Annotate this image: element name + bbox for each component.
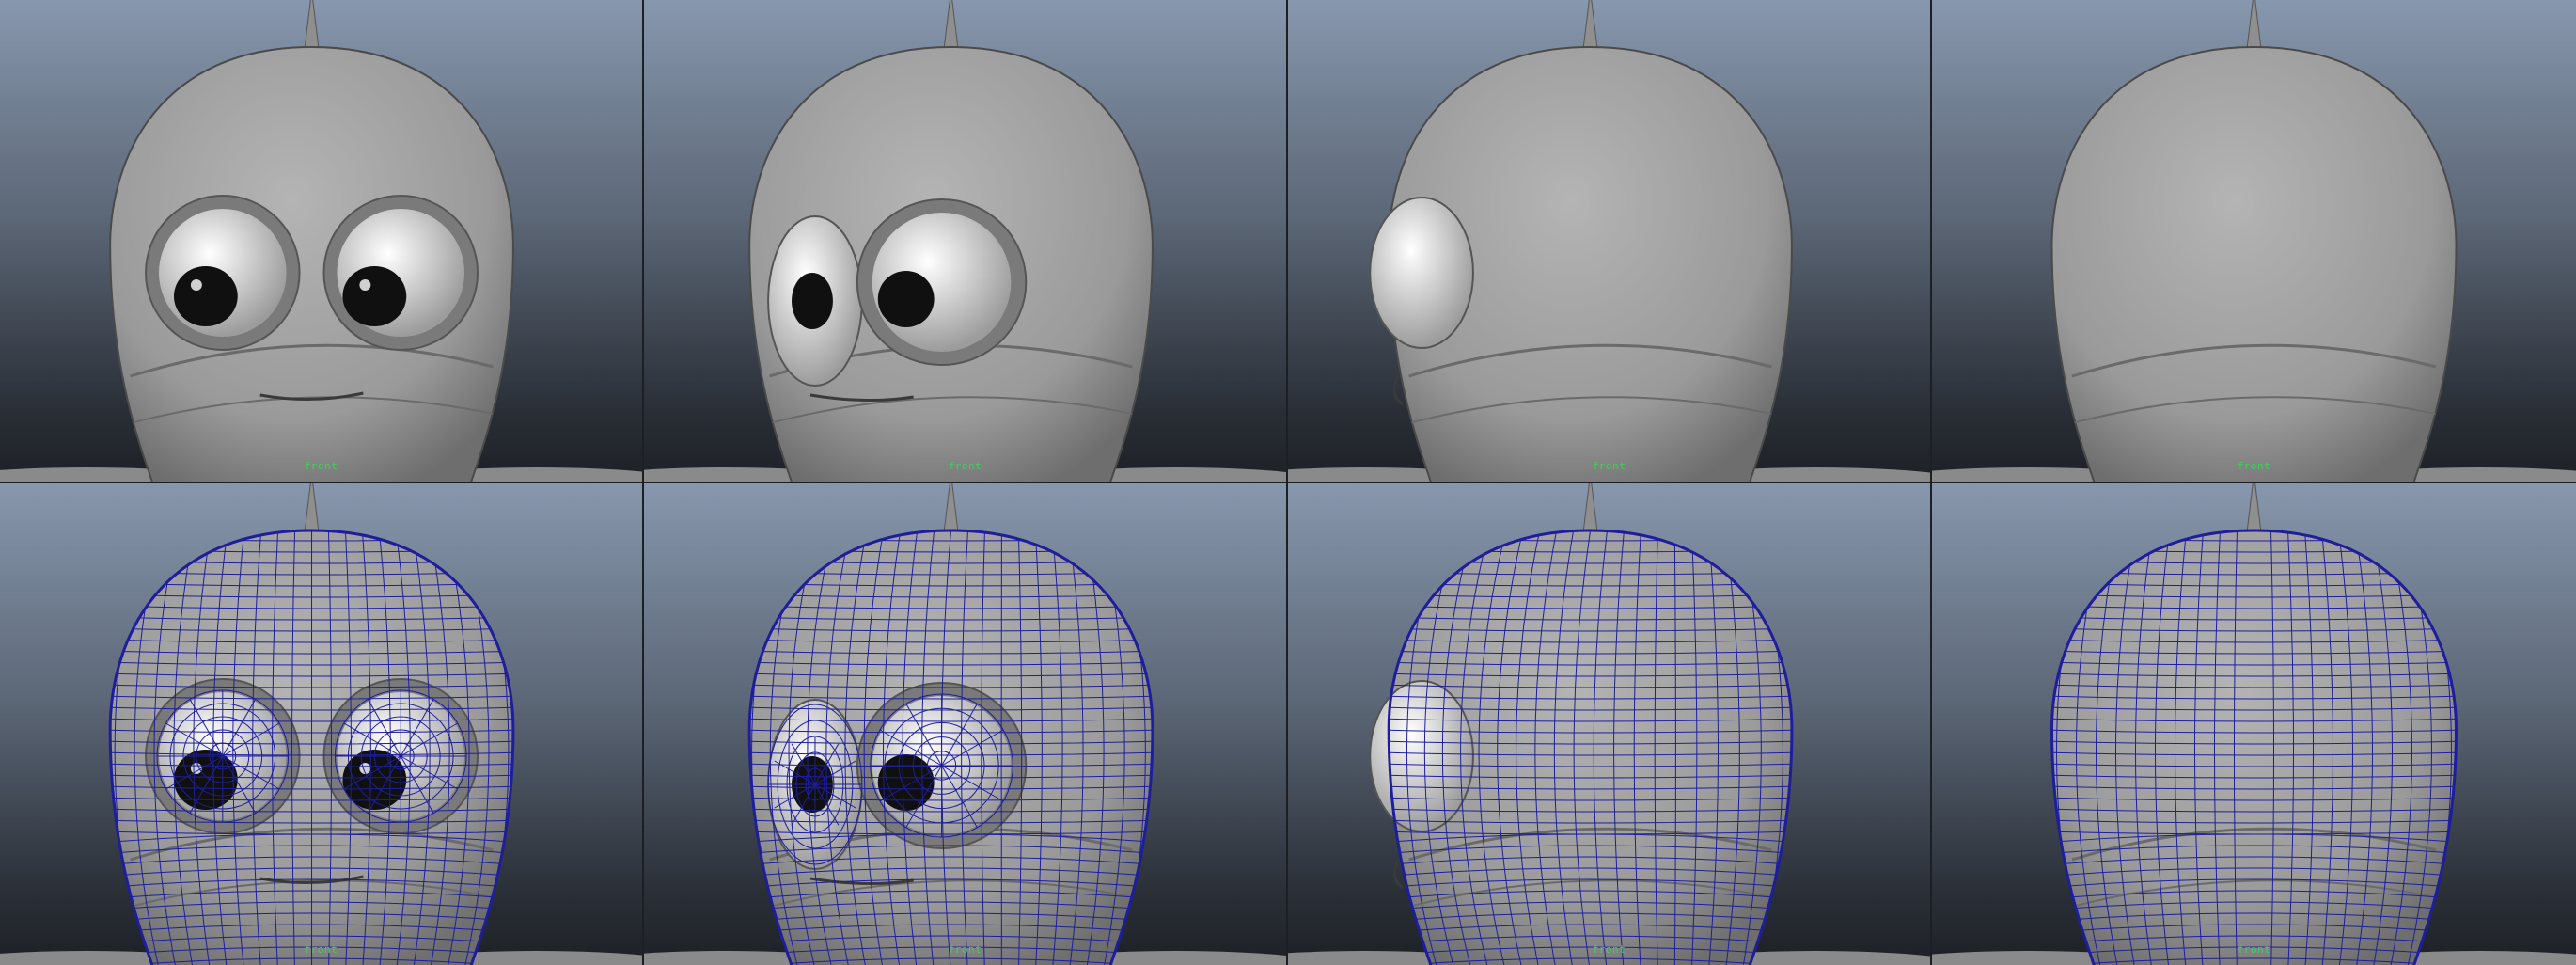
model-render [1288,483,1930,965]
antenna [305,0,320,53]
camera-label: front [305,943,338,956]
antenna [305,483,320,536]
viewport-three-quarter-shaded[interactable]: front [644,0,1286,482]
viewport-side-wireframe-on-shaded[interactable]: front [1288,483,1930,965]
model-render [1932,0,2576,482]
camera-label: front [2238,460,2271,472]
antenna [1583,483,1598,536]
viewport-front-wireframe-on-shaded[interactable]: front [0,483,642,965]
camera-label: front [949,460,982,472]
viewport-front-shaded[interactable]: front [0,0,642,482]
viewport-side-shaded[interactable]: front [1288,0,1930,482]
viewport-back-shaded[interactable]: front [1932,0,2576,482]
viewport-three-quarter-wireframe-on-shaded[interactable]: front [644,483,1286,965]
camera-label: front [305,460,338,472]
viewport-divider [0,482,2576,483]
model-render [1932,483,2576,965]
head [2052,47,2457,482]
antenna [2247,483,2262,536]
camera-label: front [1593,460,1626,472]
viewport-back-wireframe-on-shaded[interactable]: front [1932,483,2576,965]
model-render [644,483,1286,965]
model-render [644,0,1286,482]
camera-label: front [949,943,982,956]
model-render [1288,0,1930,482]
camera-label: front [2238,943,2271,956]
antenna [2247,0,2262,53]
viewport-grid: front front front front front front front front [0,0,2576,963]
antenna [944,0,959,53]
antenna [944,483,959,536]
camera-label: front [1593,943,1626,956]
model-render [0,483,642,965]
model-render [0,0,642,482]
antenna [1583,0,1598,53]
